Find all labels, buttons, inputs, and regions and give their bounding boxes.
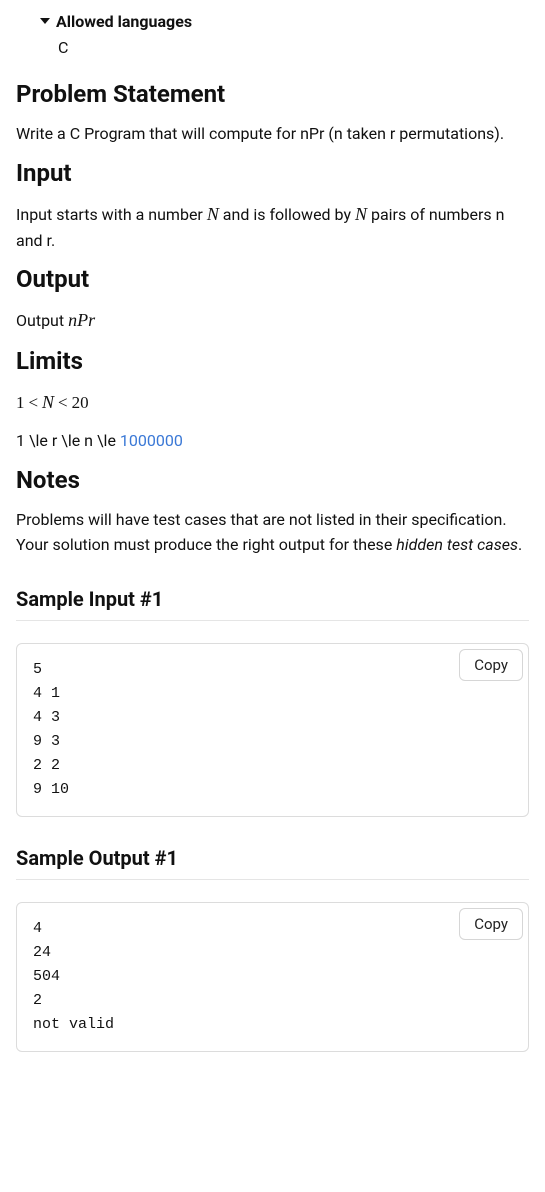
math-var-N-2: N	[355, 204, 367, 224]
limits-1-N: N	[42, 392, 54, 412]
sample-input-1-code: 5 4 1 4 3 9 3 2 2 9 10	[33, 658, 512, 802]
heading-sample-output-1: Sample Output #1	[16, 843, 529, 873]
notes-text-post: .	[518, 535, 522, 554]
limits-link[interactable]: 1000000	[120, 431, 183, 450]
limits-2-text: 1 \le r \le n \le	[16, 431, 120, 450]
limits-line-1: 1 < N < 20	[16, 389, 529, 417]
math-nPr: nPr	[68, 310, 95, 330]
allowed-languages-title: Allowed languages	[56, 10, 192, 34]
limits-line-2: 1 \le r \le n \le 1000000	[16, 429, 529, 454]
chevron-down-icon	[38, 14, 52, 31]
limits-1-lt2: <	[58, 393, 68, 412]
output-description: Output nPr	[16, 307, 529, 335]
copy-button[interactable]: Copy	[459, 908, 523, 940]
sample-output-1-code: 4 24 504 2 not valid	[33, 917, 512, 1037]
input-description: Input starts with a number N and is foll…	[16, 201, 529, 254]
math-var-N: N	[207, 204, 219, 224]
sample-input-1-box: Copy 5 4 1 4 3 9 3 2 2 9 10	[16, 643, 529, 817]
limits-1-num: 1	[16, 393, 25, 412]
heading-limits: Limits	[16, 343, 529, 379]
rule	[16, 879, 529, 880]
heading-output: Output	[16, 261, 529, 297]
heading-input: Input	[16, 155, 529, 191]
copy-button[interactable]: Copy	[459, 649, 523, 681]
limits-1-twenty: 20	[72, 393, 89, 412]
limits-1-lt1: <	[28, 393, 38, 412]
allowed-languages-body: C	[16, 34, 529, 60]
sample-output-1-box: Copy 4 24 504 2 not valid	[16, 902, 529, 1052]
notes-text: Problems will have test cases that are n…	[16, 508, 529, 558]
heading-notes: Notes	[16, 462, 529, 498]
allowed-languages-toggle[interactable]: Allowed languages	[16, 10, 529, 34]
input-text-pre: Input starts with a number	[16, 205, 207, 224]
rule	[16, 620, 529, 621]
problem-statement-text: Write a C Program that will compute for …	[16, 122, 529, 147]
heading-sample-input-1: Sample Input #1	[16, 584, 529, 614]
heading-problem-statement: Problem Statement	[16, 76, 529, 112]
notes-text-italic: hidden test cases	[396, 535, 518, 554]
output-text-pre: Output	[16, 311, 68, 330]
input-text-mid: and is followed by	[219, 205, 355, 224]
